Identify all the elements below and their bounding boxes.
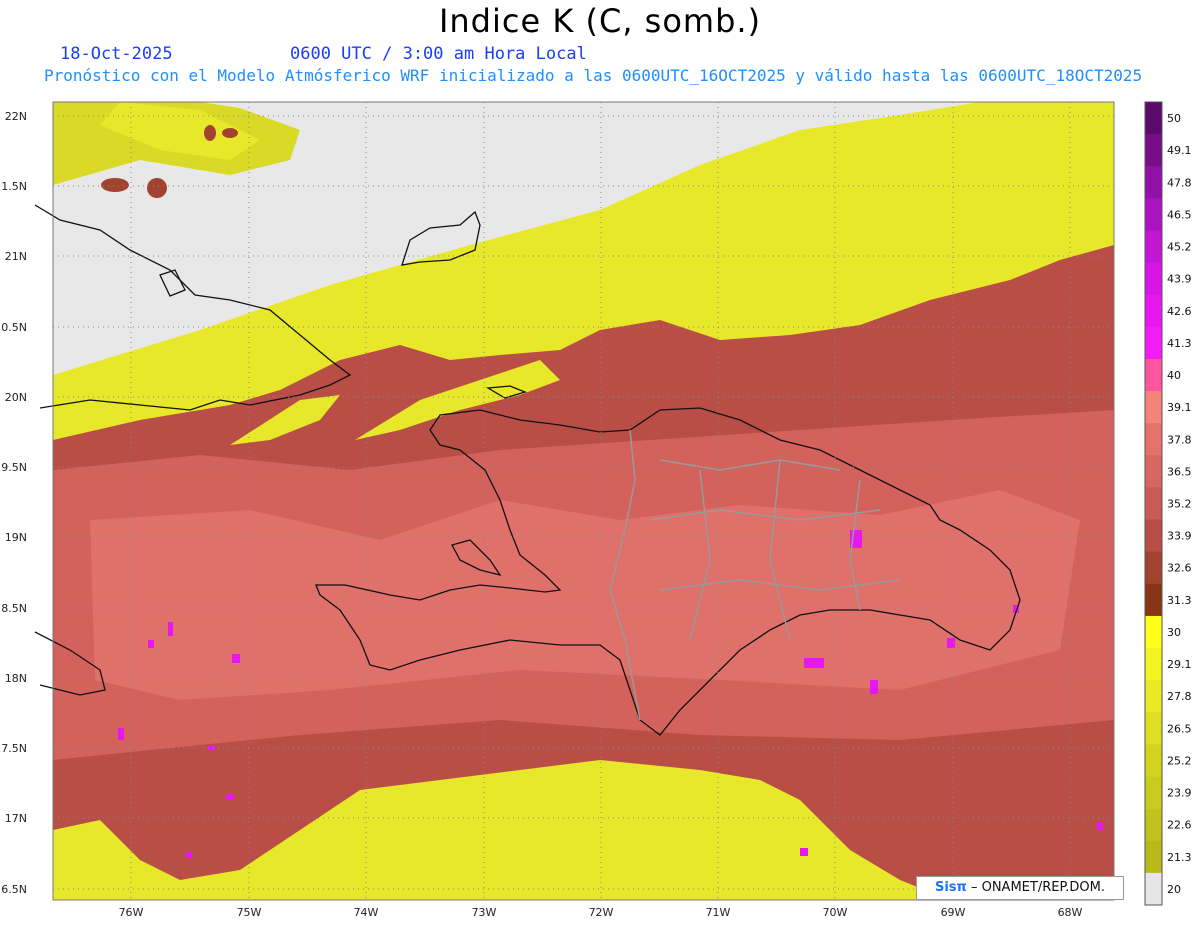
colorbar-swatch xyxy=(1145,712,1162,745)
colorbar-swatch xyxy=(1145,294,1162,328)
colorbar-swatch xyxy=(1145,744,1162,778)
colorbar-label: 32.6 xyxy=(1167,562,1192,575)
colorbar-swatch xyxy=(1145,391,1162,424)
lat-label: 17N xyxy=(5,812,27,825)
colorbar-swatch xyxy=(1145,134,1162,167)
field-layer xyxy=(53,102,1114,900)
colorbar-label: 21.3 xyxy=(1167,851,1192,864)
colorbar-swatch xyxy=(1145,519,1162,553)
colorbar-label: 40 xyxy=(1167,369,1181,382)
colorbar-swatch xyxy=(1145,872,1162,906)
lat-label: 6.5N xyxy=(1,883,27,896)
colorbar-label: 42.6 xyxy=(1167,305,1192,318)
lat-label: 18N xyxy=(5,672,27,685)
k-index-map: 22N 1.5N 21N 0.5N 20N 9.5N 19N 8.5N 18N … xyxy=(1,101,1192,919)
colorbar-label: 31.3 xyxy=(1167,594,1192,607)
colorbar: 50 49.1 47.8 46.5 45.2 43.9 42.6 41.3 40 39.1 37.8… xyxy=(1144,101,1192,906)
colorbar-label: 49.1 xyxy=(1167,144,1192,157)
latitude-axis: 22N 1.5N 21N 0.5N 20N 9.5N 19N 8.5N 18N … xyxy=(1,110,27,896)
colorbar-label: 25.2 xyxy=(1167,754,1192,767)
colorbar-label: 45.2 xyxy=(1167,241,1192,254)
colorbar-swatch xyxy=(1145,840,1162,874)
colorbar-swatch xyxy=(1145,230,1162,264)
colorbar-label: 29.1 xyxy=(1167,658,1192,671)
colorbar-swatch xyxy=(1145,487,1162,521)
lon-label: 70W xyxy=(823,906,848,919)
colorbar-label: 22.6 xyxy=(1167,819,1192,832)
colorbar-swatch xyxy=(1145,358,1162,392)
colorbar-label: 26.5 xyxy=(1167,722,1192,735)
colorbar-swatch xyxy=(1145,102,1162,135)
colorbar-swatch xyxy=(1145,423,1162,456)
credit-box: Sisπ – ONAMET/REP.DOM. xyxy=(916,876,1124,900)
colorbar-label: 20 xyxy=(1167,883,1181,896)
colorbar-swatch xyxy=(1145,648,1162,681)
colorbar-label: 30 xyxy=(1167,626,1181,639)
colorbar-swatch xyxy=(1145,198,1162,231)
colorbar-label: 41.3 xyxy=(1167,337,1192,350)
colorbar-swatch xyxy=(1145,808,1162,842)
colorbar-swatch xyxy=(1145,166,1162,199)
lon-label: 74W xyxy=(354,906,379,919)
lat-label: 22N xyxy=(5,110,27,123)
colorbar-label: 33.9 xyxy=(1167,530,1192,543)
lat-label: 20N xyxy=(5,391,27,404)
credit-text: – ONAMET/REP.DOM. xyxy=(970,880,1105,895)
colorbar-swatch xyxy=(1145,326,1162,360)
lon-label: 73W xyxy=(472,906,497,919)
lat-label: 0.5N xyxy=(1,321,27,334)
forecast-date: 18-Oct-2025 xyxy=(60,44,173,64)
lat-label: 8.5N xyxy=(1,602,27,615)
colorbar-label: 39.1 xyxy=(1167,401,1192,414)
sispi-logo: Sisπ xyxy=(934,880,967,895)
lon-label: 71W xyxy=(706,906,731,919)
colorbar-label: 35.2 xyxy=(1167,498,1192,511)
lon-label: 72W xyxy=(589,906,614,919)
colorbar-swatch xyxy=(1145,583,1162,617)
lon-label: 75W xyxy=(237,906,262,919)
colorbar-swatch xyxy=(1145,776,1162,810)
lat-label: 19N xyxy=(5,531,27,544)
colorbar-label: 43.9 xyxy=(1167,273,1192,286)
colorbar-label: 27.8 xyxy=(1167,690,1192,703)
colorbar-label: 47.8 xyxy=(1167,176,1192,189)
colorbar-label: 23.9 xyxy=(1167,787,1192,800)
lon-label: 76W xyxy=(119,906,144,919)
forecast-time: 0600 UTC / 3:00 am Hora Local xyxy=(290,44,587,64)
lon-label: 68W xyxy=(1058,906,1083,919)
colorbar-label: 50 xyxy=(1167,112,1181,125)
colorbar-swatch xyxy=(1145,262,1162,296)
lon-label: 69W xyxy=(941,906,966,919)
map-title: Indice K (C, somb.) xyxy=(438,2,762,40)
colorbar-label: 36.5 xyxy=(1167,465,1192,478)
lat-label: 9.5N xyxy=(1,461,27,474)
lat-label: 7.5N xyxy=(1,742,27,755)
lat-label: 21N xyxy=(5,250,27,263)
colorbar-swatch xyxy=(1145,615,1162,649)
colorbar-swatch xyxy=(1145,680,1162,713)
colorbar-swatch xyxy=(1145,551,1162,585)
colorbar-label: 37.8 xyxy=(1167,433,1192,446)
model-subtitle: Pronóstico con el Modelo Atmósferico WRF… xyxy=(44,66,1143,85)
lat-label: 1.5N xyxy=(1,180,27,193)
longitude-axis: 76W 75W 74W 73W 72W 71W 70W 69W 68W xyxy=(119,906,1083,919)
colorbar-swatch xyxy=(1145,455,1162,488)
colorbar-label: 46.5 xyxy=(1167,208,1192,221)
